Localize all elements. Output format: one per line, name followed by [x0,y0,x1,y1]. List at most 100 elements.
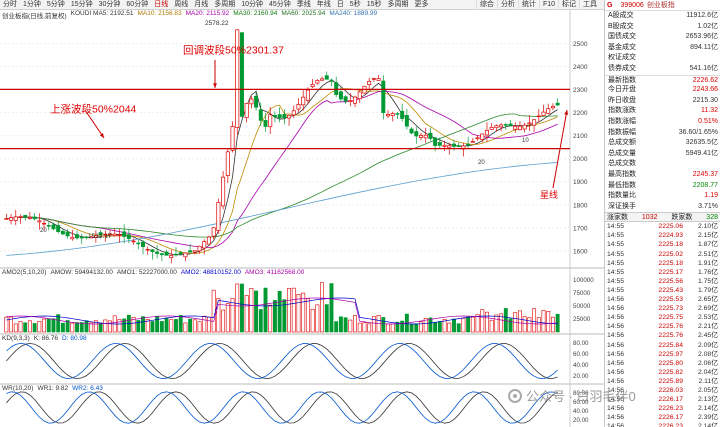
stat-row: 国债成交 2653.96亿 [605,32,720,43]
period-tab[interactable]: 日 [334,0,347,10]
period-tab[interactable]: 10分钟 [238,0,266,10]
period-tab[interactable]: 多周期 [211,0,238,10]
period-tab[interactable]: 30分钟 [96,0,124,10]
candle-body [4,218,9,220]
toolbar-button[interactable]: 综合 [475,0,497,10]
period-tab[interactable]: 5分钟 [44,0,68,10]
tick-row: 14:55 2225.17 1.76亿 [605,268,720,277]
volume-bar [18,321,23,333]
period-tab[interactable]: 45分钟 [266,0,294,10]
candle-body [480,133,485,140]
candle-body [475,137,480,140]
tick-amount: 2.45亿 [697,332,718,340]
stat-label: 指数涨跌 [608,107,636,115]
toolbar-button[interactable]: 标记 [558,0,579,10]
tick-amount: 1.76亿 [697,268,718,276]
index-name[interactable]: 创业板指 [647,0,675,10]
rise-arrow-head [99,133,104,138]
volume-bar [532,308,537,333]
stat-value: 2653.96亿 [685,33,718,41]
volume-bar [485,311,489,333]
period-tab[interactable]: 季线 [294,0,314,10]
period-tab[interactable]: 多周期 [385,0,412,10]
period-tab[interactable]: 周线 [171,0,191,10]
volume-bar [367,323,372,333]
period-tab[interactable]: 5秒 [347,0,364,10]
period-tab[interactable]: 日线 [151,0,171,10]
candle-body [456,145,461,147]
volume-bar [32,323,37,333]
volume-bar [437,321,442,333]
tick-amount: 2.14亿 [697,423,718,427]
candle-body [131,240,136,243]
toolbar-button[interactable]: 工具 [579,0,600,10]
chart-area[interactable]: 2500 2400 2300 2200 2100 2000 1900 1800 1700 1600… [0,10,604,427]
tick-amount: 1.91亿 [697,259,718,267]
stat-label: 深证换手 [608,202,636,210]
tick-price: 2225.17 [658,268,683,276]
tick-time: 14:56 [607,314,625,322]
candle-body [499,124,504,128]
candle-body [244,103,249,119]
tick-price: 2225.76 [658,323,683,331]
candle-body [183,252,188,258]
stat-label: 基金成交 [608,43,636,51]
tick-time: 14:55 [607,232,625,240]
volume-bar [338,316,343,333]
advance-decline-bar: 涨家数 1032 跌家数 328 [605,212,720,223]
candlestick-chart[interactable]: 2500 2400 2300 2200 2100 2000 1900 1800 1700 1600… [0,10,604,427]
index-code[interactable]: 399006 [620,2,643,9]
period-tab[interactable]: 更多 [412,0,432,10]
toolbar-button[interactable]: 分析 [496,0,518,10]
high-label: 2578.22 [205,20,229,27]
candle-body [541,111,546,116]
stat-row: 指数量比 1.19 [605,191,720,202]
candle-body [400,110,405,119]
candle-body [414,131,419,137]
period-tab[interactable]: 15分钟 [68,0,96,10]
candle-body [433,137,438,146]
candle-body [320,78,325,81]
period-tab[interactable]: 月线 [191,0,211,10]
stat-label: 国债成交 [608,33,636,41]
candle-body [117,234,122,237]
legend-item: MA60: 2025.94 [281,10,326,17]
tick-row: 14:56 2226.23 2.14亿 [605,404,720,413]
legend-item: MA20: 2115.92 [185,10,230,17]
stat-label: 总成交量 [608,149,636,157]
period-tab[interactable]: 1分钟 [20,0,44,10]
volume-bar [4,316,9,333]
period-tab[interactable]: 15秒 [364,0,385,10]
period-tab[interactable]: 年线 [314,0,334,10]
wr-tick-label: 20.00 [573,417,589,424]
candle-body [451,143,456,147]
tick-amount: 2.08亿 [697,350,718,358]
stat-row: 债券成交 541.16亿 [605,64,720,75]
candle-body [489,127,494,130]
volume-bar [70,322,75,333]
tick-price: 2224.93 [658,232,683,240]
stat-value: 5949.41亿 [685,149,718,157]
vol-tick-label: 100000 [573,277,594,284]
volume-bar [527,317,532,333]
candle-body [70,236,75,240]
stat-value: 2226.62 [692,76,718,84]
y-tick-label: 2100 [573,133,588,140]
period-tab[interactable]: 分时 [0,0,20,10]
candle-body [136,242,141,245]
period-tab[interactable]: 60分钟 [123,0,151,10]
stat-label: 债券成交 [608,64,636,72]
stat-label: 指数振幅 [608,128,636,136]
toolbar-button[interactable]: F10 [538,0,558,10]
candle-body [546,108,551,114]
y-tick-label: 2200 [573,110,588,117]
stat-label: A股成交 [608,12,634,19]
stat-row: 昨日收盘 2215.30 [605,96,720,107]
tick-amount: 1.79亿 [697,286,718,294]
tick-amount: 2.21亿 [697,323,718,331]
volume-bar [197,321,202,333]
candle-body [23,215,28,218]
toolbar-button[interactable]: 统计 [517,0,539,10]
tick-time: 14:56 [607,305,625,313]
volume-bar [428,317,433,333]
